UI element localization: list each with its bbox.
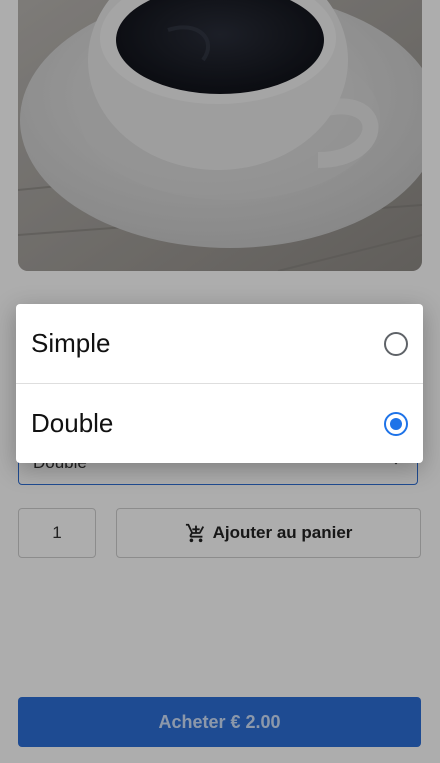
- option-label: Double: [31, 408, 114, 438]
- radio-unchecked-icon[interactable]: [384, 331, 408, 356]
- option-label: Simple: [31, 328, 111, 358]
- option-double[interactable]: Double: [16, 383, 423, 463]
- variant-dialog: Simple Double: [16, 304, 423, 463]
- option-simple[interactable]: Simple: [16, 304, 423, 383]
- radio-checked-icon[interactable]: [384, 411, 408, 436]
